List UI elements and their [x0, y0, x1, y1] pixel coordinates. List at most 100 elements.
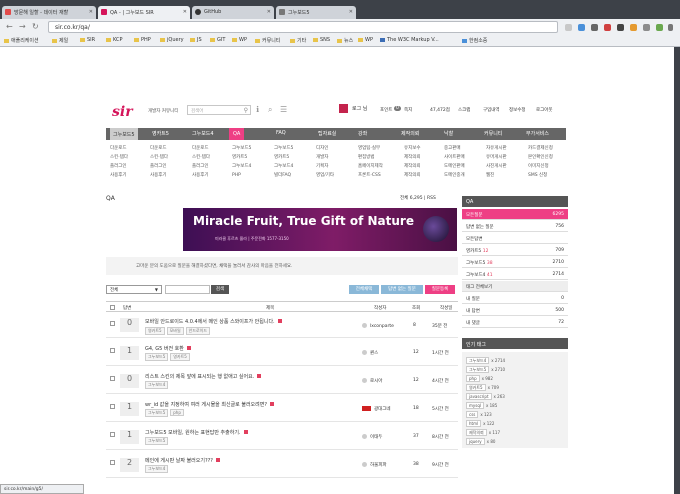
bookmark[interactable]: WP [232, 37, 247, 43]
select-all-checkbox[interactable] [110, 305, 115, 310]
tab-4[interactable]: 그누보드5 ✕ [276, 6, 356, 19]
author[interactable]: 이태두 [362, 434, 382, 440]
hot-tag[interactable]: 그누보드4 x 2714 [466, 357, 505, 364]
filter-select[interactable]: 전체 ▼ [106, 285, 162, 294]
star-icon[interactable] [565, 24, 572, 31]
nav-item[interactable]: 영카트5 [152, 130, 169, 137]
nav-item[interactable]: 제작의뢰 [401, 130, 419, 137]
nav-item[interactable]: 그누보드4 [192, 130, 214, 137]
hot-tag[interactable]: 제작의뢰 x 117 [466, 429, 500, 436]
bookmark[interactable]: 기타 [290, 37, 306, 44]
back-icon[interactable]: ← [6, 22, 13, 31]
hot-tag[interactable]: 영카트5 x 709 [466, 384, 499, 391]
extension-icon[interactable] [630, 24, 637, 31]
close-icon[interactable]: ✕ [267, 9, 271, 15]
avatar[interactable] [339, 104, 348, 113]
bookmark[interactable]: 애플리케이션 [4, 37, 39, 44]
menu-icon[interactable] [668, 24, 673, 31]
info-icon[interactable]: ℹ [256, 105, 259, 114]
bookmark[interactable]: SIR [80, 37, 95, 43]
row-checkbox[interactable] [110, 404, 115, 409]
sidebar-item[interactable]: 내 답변 500 [462, 305, 568, 316]
search-button[interactable]: 검색 [211, 285, 229, 294]
points-link[interactable]: 47,472점 [430, 107, 450, 113]
sidebar-item[interactable]: 영카트5 12 709 [462, 245, 568, 256]
author[interactable]: 로시아 [362, 378, 382, 384]
bookmark[interactable]: 뉴스 [337, 37, 353, 44]
list-icon[interactable]: ☰ [280, 105, 287, 114]
extension-icon[interactable] [578, 24, 585, 31]
hot-tag[interactable]: mysql x 185 [466, 402, 497, 409]
all-tags-link[interactable]: 태그 전체보기 [462, 281, 568, 292]
rss-link[interactable]: RSS [427, 196, 436, 201]
author[interactable]: 광대그네 [362, 406, 391, 412]
sidebar-item[interactable]: 내 댓글 72 [462, 317, 568, 328]
bookmark[interactable]: jQuery [160, 37, 184, 43]
bookmark[interactable]: SNS [313, 37, 330, 43]
write-question-button[interactable]: 질문등록 [425, 285, 455, 294]
nav-item[interactable]: 강좌 [358, 130, 367, 137]
bookmark[interactable]: 한컴소중 [462, 37, 487, 44]
tab-2[interactable]: QA - | 그누보드 SIR ✕ [98, 6, 190, 19]
row-checkbox[interactable] [110, 432, 115, 437]
search-icon[interactable]: ⚲ [244, 107, 248, 114]
hot-tag[interactable]: php x 982 [466, 375, 493, 382]
hot-tag[interactable]: jquery x 80 [466, 438, 495, 445]
sidebar-item[interactable]: 모든질문 6295 [462, 209, 568, 220]
sidebar-item[interactable]: 모든답변 [462, 233, 568, 244]
hot-tag[interactable]: css x 123 [466, 411, 492, 418]
ad-banner[interactable]: Miracle Fruit, True Gift of Nature 미라클 후… [183, 208, 457, 251]
scrap-link[interactable]: 쪽지 [404, 107, 412, 113]
hot-tag[interactable]: 그누보드5 x 2710 [466, 366, 505, 373]
reload-icon[interactable]: ↻ [32, 22, 39, 31]
table-row[interactable]: 1 wr_id 값을 지정하여 여러 게시물을 최신글로 불러오려면? 그누보드… [106, 396, 458, 422]
sidebar-item[interactable]: 그누보드5 38 2710 [462, 257, 568, 268]
tab-3[interactable]: GitHub ✕ [192, 6, 274, 19]
logout-link[interactable]: 로그아웃 [536, 107, 553, 113]
search-input[interactable]: 검색어 ⚲ [187, 105, 251, 115]
tab-1[interactable]: 방문해 일할 - 데이터 재할 ✕ [2, 6, 96, 19]
nav-item[interactable]: QA [229, 128, 245, 140]
sidebar-item[interactable]: 그누보드4 41 2714 [462, 269, 568, 280]
select-all-button[interactable]: 전체채택 [349, 285, 379, 294]
table-row[interactable]: 2 메인에 게시판 날짜 불러오기??? 그누보드4 하울피파 38 9시간 전 [106, 452, 458, 478]
hot-tag[interactable]: javascript x 263 [466, 393, 505, 400]
extension-icon[interactable] [643, 24, 650, 31]
author[interactable]: 하울피파 [362, 462, 387, 468]
gear-icon[interactable] [591, 24, 598, 31]
question-title[interactable]: 리스트 스킨의 제목 앞에 표시되는 행 없애고 싶어요. [145, 373, 262, 380]
bookmark[interactable]: GIT [210, 37, 225, 43]
nav-item[interactable]: 커뮤니티 [484, 130, 502, 137]
row-checkbox[interactable] [110, 460, 115, 465]
author[interactable]: 퀀스 [362, 350, 378, 356]
profile-link[interactable]: 정보수정 [509, 107, 526, 113]
nav-item[interactable]: FAQ [276, 130, 286, 136]
close-icon[interactable]: ✕ [349, 9, 353, 15]
row-checkbox[interactable] [110, 348, 115, 353]
table-row[interactable]: 0 모바일 안드로이드 4.0.4에서 메인 상품 스와이프가 안됩니다. 영카… [106, 314, 458, 338]
bookmark[interactable]: 제일 [52, 37, 68, 44]
close-icon[interactable]: ✕ [183, 9, 187, 15]
site-logo[interactable]: sir [112, 104, 133, 120]
bookmark[interactable]: 커뮤니티 [255, 37, 280, 44]
search-icon[interactable]: ⌕ [268, 105, 272, 115]
question-title[interactable]: 메인에 게시판 날짜 불러오기??? [145, 457, 220, 464]
bookmark[interactable]: KCP [106, 37, 123, 43]
nav-item[interactable]: 팁자료실 [318, 130, 336, 137]
bookmark[interactable]: JS [190, 37, 202, 43]
question-title[interactable]: 그누보드5 모바일, 원하는 표현답만 추출하기. [145, 429, 248, 436]
question-title[interactable]: G4, G5 버전 호환 [145, 345, 191, 352]
hot-tag[interactable]: html x 122 [466, 420, 494, 427]
row-checkbox[interactable] [110, 321, 115, 326]
purchase-link[interactable]: 구입내역 [483, 107, 500, 113]
bookmark[interactable]: PHP [134, 37, 151, 43]
nav-item[interactable]: 그누보드5 [110, 128, 138, 140]
bookmark[interactable]: WP [358, 37, 373, 43]
forward-icon[interactable]: → [19, 22, 26, 31]
bookmark[interactable]: The W3C Markup V... [380, 37, 439, 43]
table-row[interactable]: 0 리스트 스킨의 제목 앞에 표시되는 행 없애고 싶어요. 그누보드4 로시… [106, 368, 458, 394]
sidebar-item[interactable]: 내 질문 0 [462, 293, 568, 304]
nav-item[interactable]: 낙찰 [444, 130, 453, 137]
table-row[interactable]: 1 그누보드5 모바일, 원하는 표현답만 추출하기. 그누보드5 이태두 37… [106, 424, 458, 450]
author[interactable]: lxconparte [362, 323, 394, 329]
